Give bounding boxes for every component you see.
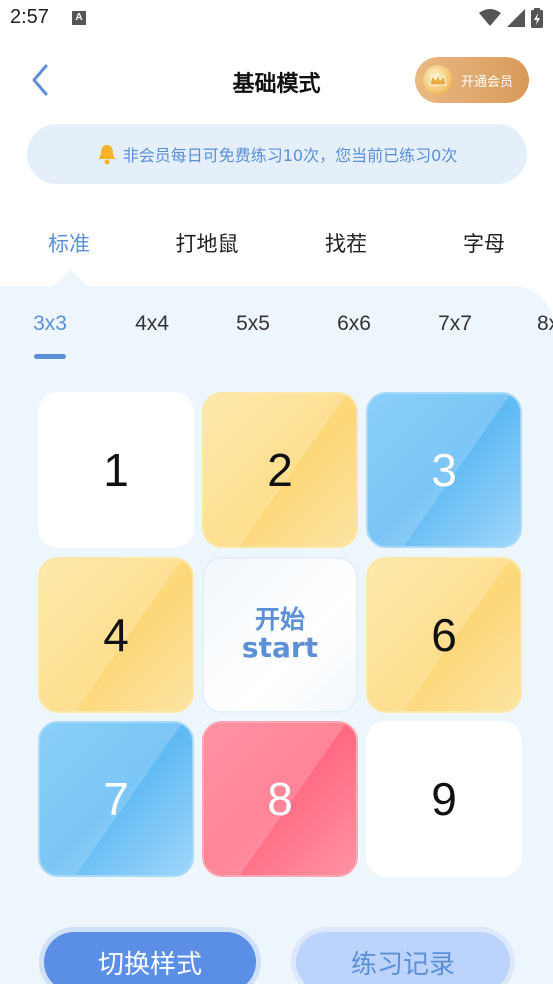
- grid-tile[interactable]: 4: [38, 557, 194, 713]
- tile-number: 8: [267, 773, 293, 825]
- notice-text: 非会员每日可免费练习10次，您当前已练习0次: [122, 146, 458, 165]
- grid-tile[interactable]: 3: [366, 392, 522, 548]
- signal-icon: [507, 9, 525, 27]
- switch-style-button[interactable]: 切换样式: [44, 932, 256, 984]
- tile-number: 9: [431, 773, 457, 825]
- mode-tabs: 标准 打地鼠 找茬 字母: [0, 218, 553, 268]
- active-size-indicator: [34, 354, 66, 359]
- vip-badge-icon: [423, 65, 453, 95]
- tile-number: 2: [267, 444, 293, 496]
- tile-number: 6: [431, 609, 457, 661]
- tab-size-8x8[interactable]: 8x8: [519, 312, 553, 336]
- grid-tile[interactable]: 7: [38, 721, 194, 877]
- tile-number: 4: [103, 609, 129, 661]
- battery-icon: [531, 8, 543, 28]
- grid-size-tabs: 3x3 4x4 5x5 6x6 7x7 8x8: [0, 306, 553, 356]
- start-button[interactable]: 开始 start: [202, 557, 358, 713]
- tab-pointer: [53, 269, 87, 303]
- usage-notice: 非会员每日可免费练习10次，您当前已练习0次: [27, 124, 527, 184]
- tab-letters[interactable]: 字母: [429, 228, 539, 258]
- bell-icon: [98, 145, 115, 165]
- tab-standard[interactable]: 标准: [14, 228, 124, 258]
- status-icons: [479, 8, 543, 28]
- practice-record-button[interactable]: 练习记录: [296, 932, 510, 984]
- header: 基础模式 开通会员: [0, 40, 553, 120]
- tile-number: 1: [103, 444, 129, 496]
- vip-button[interactable]: 开通会员: [415, 57, 529, 103]
- vip-label: 开通会员: [461, 74, 514, 90]
- tab-size-6x6[interactable]: 6x6: [319, 312, 389, 336]
- wifi-icon: [479, 9, 501, 26]
- tab-size-3x3[interactable]: 3x3: [15, 312, 85, 336]
- tab-size-5x5[interactable]: 5x5: [218, 312, 288, 336]
- tile-number: 3: [431, 444, 457, 496]
- notification-icon: A: [72, 11, 86, 25]
- status-bar: 2:57 A: [0, 0, 553, 40]
- tile-number: 7: [103, 773, 129, 825]
- tab-spot-difference[interactable]: 找茬: [291, 228, 401, 258]
- start-label-cn: 开始: [254, 604, 305, 634]
- grid-tile[interactable]: 8: [202, 721, 358, 877]
- grid-tile[interactable]: 9: [366, 721, 522, 877]
- grid-tile[interactable]: 1: [38, 392, 194, 548]
- tab-size-4x4[interactable]: 4x4: [117, 312, 187, 336]
- start-label-en: start: [241, 631, 319, 665]
- grid-tile[interactable]: 6: [366, 557, 522, 713]
- status-time: 2:57: [10, 6, 49, 28]
- tab-size-7x7[interactable]: 7x7: [420, 312, 490, 336]
- tab-whack-a-mole[interactable]: 打地鼠: [152, 228, 262, 258]
- grid-tile[interactable]: 2: [202, 392, 358, 548]
